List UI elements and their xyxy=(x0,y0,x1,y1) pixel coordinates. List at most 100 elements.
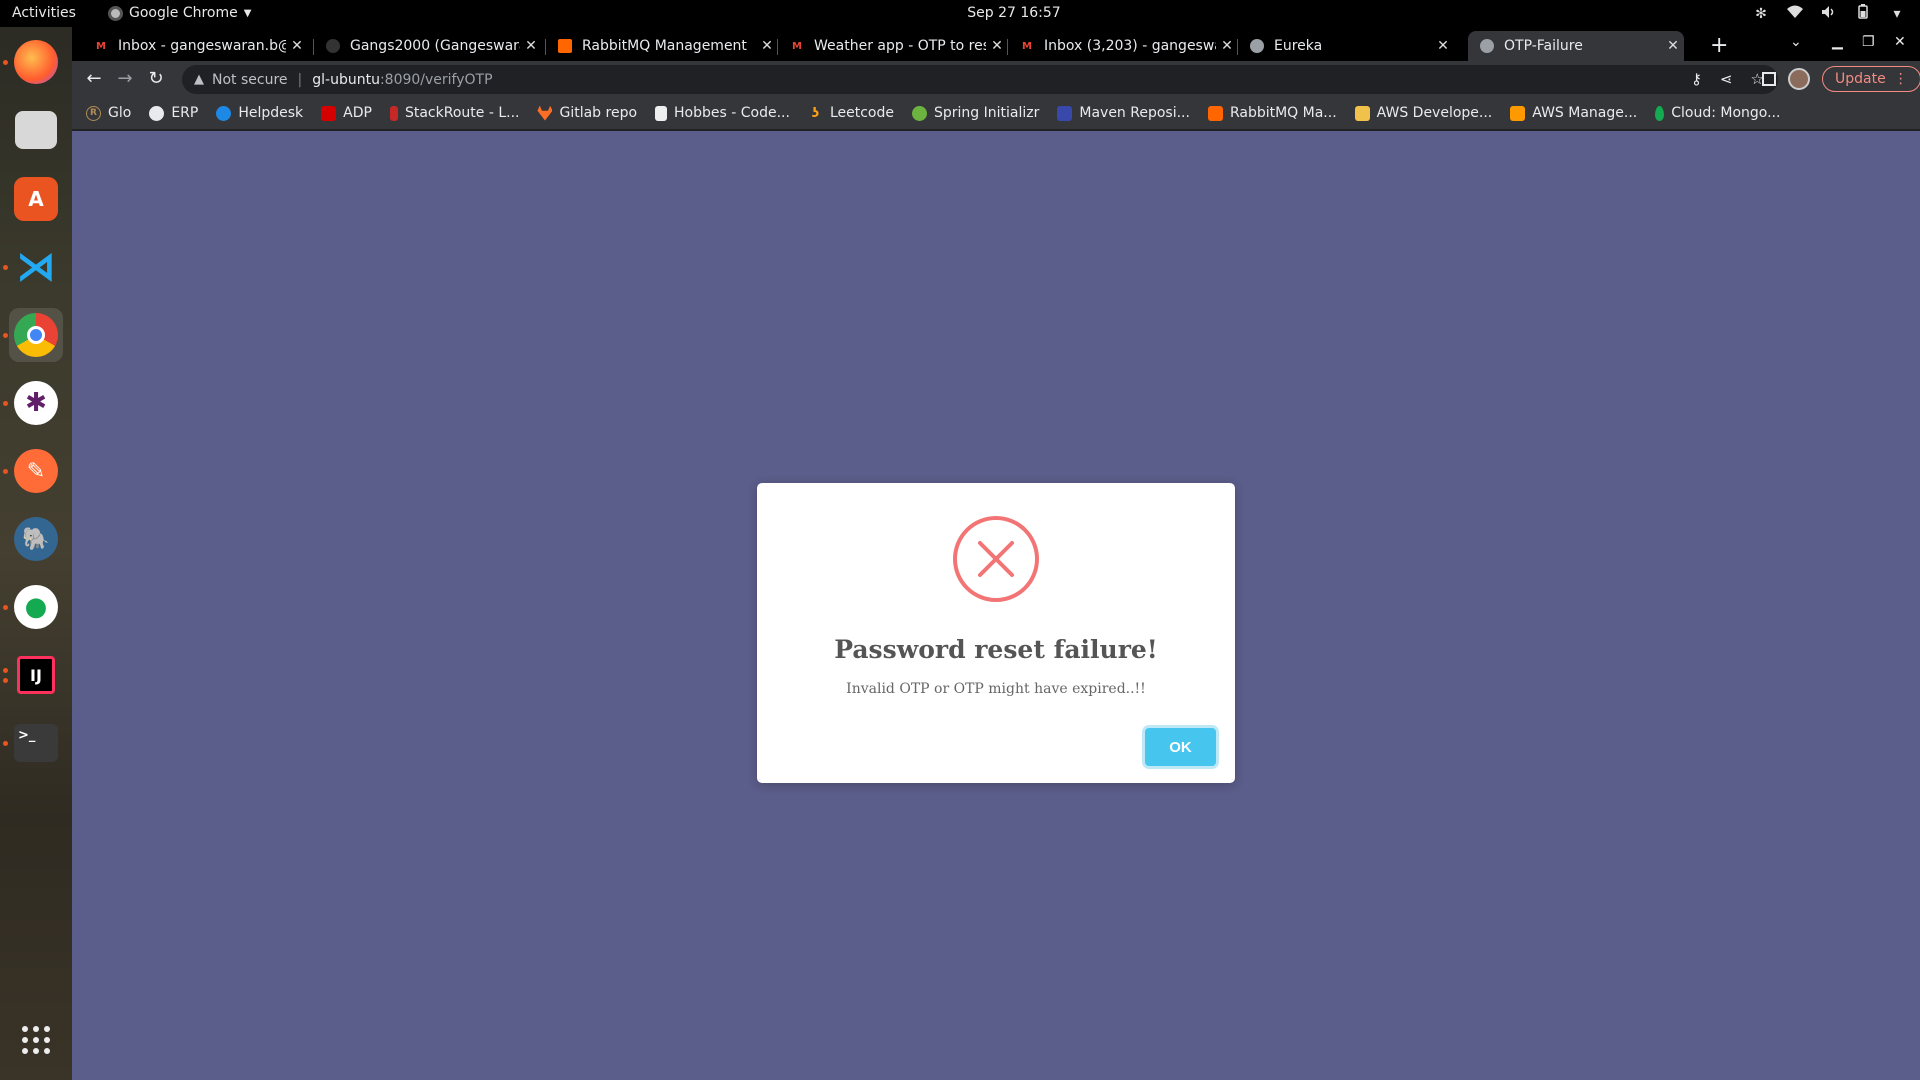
globe-icon xyxy=(149,105,165,121)
side-panel-icon[interactable] xyxy=(1762,72,1776,86)
close-tab-icon[interactable]: ✕ xyxy=(756,38,778,54)
running-indicator xyxy=(3,469,8,474)
close-tab-icon[interactable]: ✕ xyxy=(286,38,308,54)
bookmark-erp[interactable]: ERP xyxy=(149,105,198,121)
bookmark-cloud-mongo[interactable]: Cloud: Mongo... xyxy=(1655,105,1780,121)
dock-terminal[interactable]: >_ xyxy=(9,716,63,770)
caret-down-icon: ▼ xyxy=(243,7,252,19)
spring-icon xyxy=(912,105,927,121)
bookmark-adp[interactable]: ADP xyxy=(321,105,372,121)
bookmark-maven[interactable]: Maven Reposi... xyxy=(1057,105,1190,121)
postgresql-icon: 🐘 xyxy=(14,517,58,561)
tab-weather-app-otp[interactable]: M Weather app - OTP to res ✕ xyxy=(778,31,1008,61)
glo-icon: R xyxy=(86,105,101,121)
slack-icon: ✱ xyxy=(14,381,58,425)
url-path: :8090/verifyOTP xyxy=(379,71,493,88)
rabbitmq-icon xyxy=(1207,105,1223,121)
running-indicator xyxy=(3,265,8,270)
globe-icon xyxy=(1250,39,1264,53)
dock-mongodb[interactable]: ● xyxy=(9,580,63,634)
tab-search-icon[interactable]: ⌄ xyxy=(1790,34,1802,50)
vscode-icon: ⋊ xyxy=(16,244,56,290)
tab-title: Eureka xyxy=(1274,38,1323,54)
new-tab-button[interactable]: + xyxy=(1710,33,1728,58)
update-label: Update xyxy=(1835,71,1886,87)
ok-button[interactable]: OK xyxy=(1145,728,1216,766)
bookmark-gitlab[interactable]: Gitlab repo xyxy=(537,105,637,121)
dock-postman[interactable]: ✎ xyxy=(9,444,63,498)
warning-icon[interactable]: ▲ xyxy=(194,72,204,87)
profile-avatar[interactable] xyxy=(1788,68,1810,90)
slack-tray-icon[interactable]: ✻ xyxy=(1752,6,1770,22)
show-applications-button[interactable] xyxy=(9,1013,63,1067)
dock-slack[interactable]: ✱ xyxy=(9,376,63,430)
dock-vscode[interactable]: ⋊ xyxy=(9,240,63,294)
close-tab-icon[interactable]: ✕ xyxy=(1432,38,1454,54)
dock-firefox[interactable] xyxy=(9,35,63,89)
share-icon[interactable]: ⋖ xyxy=(1720,70,1733,88)
tab-gmail-inbox[interactable]: M Inbox - gangeswaran.b@ ✕ xyxy=(82,31,308,61)
bookmark-leetcode[interactable]: ʖ Leetcode xyxy=(808,105,894,121)
system-tray[interactable]: ✻ ▾ xyxy=(1752,4,1906,23)
terminal-icon: >_ xyxy=(14,724,58,762)
mongodb-compass-icon: ● xyxy=(14,585,58,629)
page-viewport: Password reset failure! Invalid OTP or O… xyxy=(72,131,1920,1080)
close-tab-icon[interactable]: ✕ xyxy=(520,38,542,54)
running-indicator xyxy=(3,333,8,338)
dialog-title: Password reset failure! xyxy=(834,635,1158,664)
gmail-icon: M xyxy=(1022,40,1032,52)
browser-toolbar: ← → ↻ ▲ Not secure | gl-ubuntu:8090/veri… xyxy=(72,61,1920,97)
update-button[interactable]: Update ⋮ xyxy=(1822,66,1920,92)
tab-gmail-inbox-2[interactable]: M Inbox (3,203) - gangeswa ✕ xyxy=(1008,31,1238,61)
running-indicator xyxy=(3,668,8,673)
bookmark-helpdesk[interactable]: Helpdesk xyxy=(216,105,303,121)
key-icon[interactable]: ⚷ xyxy=(1691,70,1702,88)
running-indicator xyxy=(3,678,8,683)
forward-icon[interactable]: → xyxy=(114,68,136,89)
volume-icon[interactable] xyxy=(1820,5,1838,23)
activities-button[interactable]: Activities xyxy=(12,5,76,21)
close-tab-icon[interactable]: ✕ xyxy=(1216,38,1238,54)
bookmark-hobbes[interactable]: Hobbes - Code... xyxy=(655,105,790,121)
running-indicator xyxy=(3,741,8,746)
tab-otp-failure[interactable]: OTP-Failure ✕ xyxy=(1468,31,1684,61)
minimize-icon[interactable]: ▁ xyxy=(1832,34,1843,50)
bookmark-glo[interactable]: R Glo xyxy=(86,105,131,121)
tab-eureka[interactable]: Eureka ✕ xyxy=(1238,31,1454,61)
address-bar[interactable]: ▲ Not secure | gl-ubuntu:8090/verifyOTP … xyxy=(182,65,1778,94)
more-menu-icon: ⋮ xyxy=(1893,71,1908,87)
close-tab-icon[interactable]: ✕ xyxy=(986,38,1008,54)
restore-icon[interactable]: ❐ xyxy=(1862,34,1875,50)
back-icon[interactable]: ← xyxy=(83,68,105,89)
app-menu-label: Google Chrome xyxy=(129,5,238,21)
not-secure-label[interactable]: Not secure xyxy=(212,72,288,88)
chrome-app-icon xyxy=(108,5,123,21)
dock-files[interactable] xyxy=(9,103,63,157)
tab-title: Gangs2000 (Gangeswara xyxy=(350,38,520,54)
app-menu[interactable]: Google Chrome ▼ xyxy=(108,5,251,21)
dock-postgres[interactable]: 🐘 xyxy=(9,512,63,566)
tab-github[interactable]: Gangs2000 (Gangeswara ✕ xyxy=(314,31,542,61)
bookmark-rabbitmq[interactable]: RabbitMQ Ma... xyxy=(1207,105,1337,121)
clock[interactable]: Sep 27 16:57 xyxy=(953,5,1075,21)
reload-icon[interactable]: ↻ xyxy=(145,68,167,89)
dock-chrome[interactable] xyxy=(9,308,63,362)
running-indicator xyxy=(3,605,8,610)
tab-rabbitmq[interactable]: RabbitMQ Management ✕ xyxy=(546,31,778,61)
close-tab-icon[interactable]: ✕ xyxy=(1662,38,1684,54)
postman-icon: ✎ xyxy=(14,449,58,493)
dock-software[interactable]: A xyxy=(9,172,63,226)
dock-intellij[interactable]: IJ xyxy=(9,648,63,702)
battery-icon[interactable] xyxy=(1854,4,1872,23)
gmail-icon: M xyxy=(96,40,106,52)
bookmark-stackroute[interactable]: StackRoute - L... xyxy=(389,105,519,121)
power-menu-icon[interactable]: ▾ xyxy=(1888,6,1906,22)
wifi-icon[interactable] xyxy=(1786,5,1804,23)
bookmark-spring-initializr[interactable]: Spring Initializr xyxy=(912,105,1039,121)
close-window-icon[interactable]: ✕ xyxy=(1894,34,1906,50)
gmail-icon: M xyxy=(792,40,802,52)
bookmark-aws-management[interactable]: AWS Manage... xyxy=(1510,105,1637,121)
bookmark-aws-developer[interactable]: AWS Develope... xyxy=(1354,105,1492,121)
chrome-icon xyxy=(14,313,58,357)
aws-developer-icon xyxy=(1354,105,1370,121)
